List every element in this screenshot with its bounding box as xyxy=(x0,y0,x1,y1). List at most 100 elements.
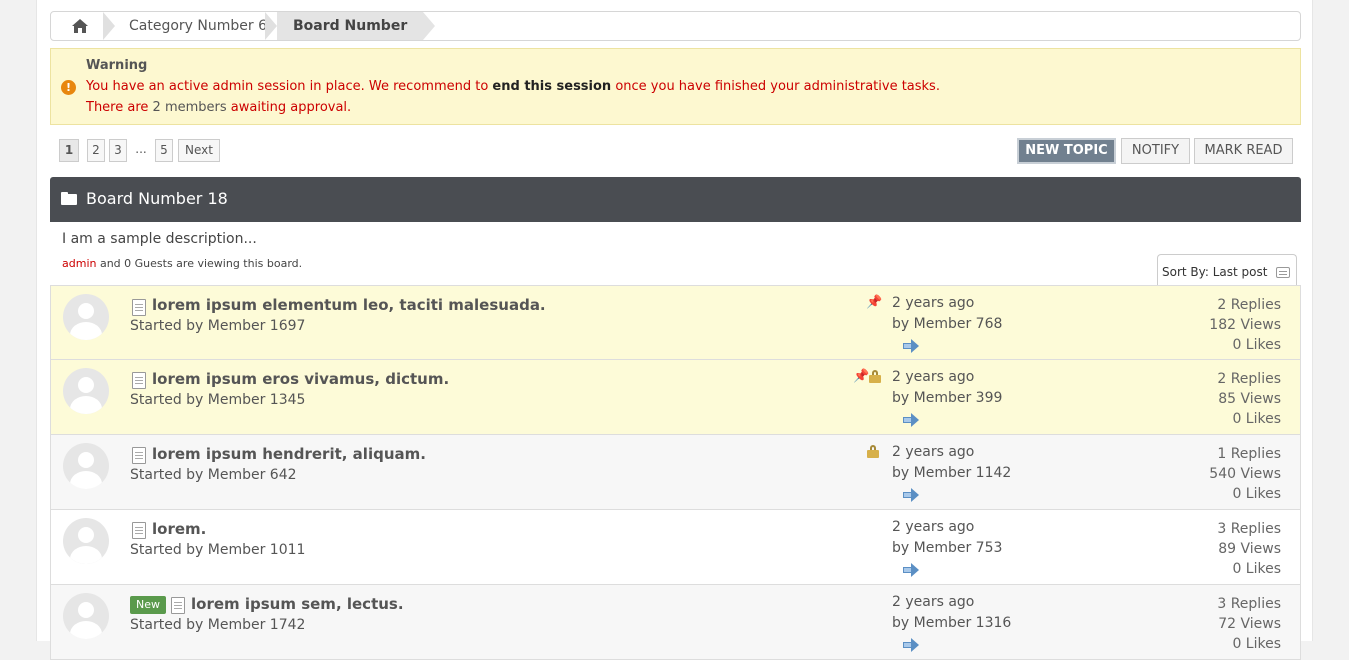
topic-row: lorem ipsum elementum leo, taciti malesu… xyxy=(50,285,1301,360)
topic-subject-link[interactable]: lorem ipsum sem, lectus. xyxy=(191,595,404,613)
breadcrumb-category[interactable]: Category Number 6 xyxy=(115,12,267,40)
topic-row: New lorem ipsum sem, lectus. Started by … xyxy=(50,585,1301,660)
likes-count: 0 Likes xyxy=(1232,486,1281,502)
go-to-last-post-icon[interactable] xyxy=(903,339,919,353)
replies-count: 2 Replies xyxy=(1217,297,1281,313)
topic-subject-link[interactable]: lorem ipsum eros vivamus, dictum. xyxy=(152,370,449,388)
topic-document-icon xyxy=(132,522,146,539)
next-page-link[interactable]: Next xyxy=(178,139,220,162)
warning-text: You have an active admin session in plac… xyxy=(86,79,493,94)
locked-icon xyxy=(867,445,879,458)
last-post-time: 2 years ago xyxy=(892,295,975,311)
last-post-time: 2 years ago xyxy=(892,444,975,460)
last-post-author[interactable]: by Member 1316 xyxy=(892,615,1011,631)
sort-dropdown[interactable]: Sort By: Last post xyxy=(1157,254,1297,286)
breadcrumb: Category Number 6 Board Number 18 xyxy=(50,11,1301,41)
go-to-last-post-icon[interactable] xyxy=(903,638,919,652)
pinned-icon: 📌 xyxy=(866,295,883,310)
go-to-last-post-icon[interactable] xyxy=(903,413,919,427)
new-topic-button[interactable]: NEW TOPIC xyxy=(1017,138,1116,164)
sort-label: Sort By: Last post xyxy=(1162,265,1268,279)
home-icon xyxy=(72,19,88,33)
topic-subject-link[interactable]: lorem ipsum elementum leo, taciti malesu… xyxy=(152,296,546,314)
replies-count: 1 Replies xyxy=(1217,446,1281,462)
views-count: 72 Views xyxy=(1218,616,1281,632)
last-post-author[interactable]: by Member 399 xyxy=(892,390,1002,406)
pinned-icon: 📌 xyxy=(853,369,870,384)
topic-stats: 3 Replies 72 Views 0 Likes xyxy=(1217,594,1281,654)
replies-count: 2 Replies xyxy=(1217,371,1281,387)
viewing-user-link[interactable]: admin xyxy=(62,257,96,270)
topic-started-by: Started by Member 1345 xyxy=(130,392,306,408)
warning-title: Warning xyxy=(86,58,148,73)
avatar[interactable] xyxy=(63,368,109,414)
breadcrumb-home[interactable] xyxy=(51,12,109,40)
page-link-2[interactable]: 2 xyxy=(87,139,105,162)
warning-text: There are xyxy=(86,100,153,115)
last-post-time: 2 years ago xyxy=(892,369,975,385)
topic-stats: 1 Replies 540 Views 0 Likes xyxy=(1209,444,1281,504)
topic-stats: 2 Replies 85 Views 0 Likes xyxy=(1217,369,1281,429)
warning-icon: ! xyxy=(61,80,76,95)
last-post-author[interactable]: by Member 768 xyxy=(892,316,1002,332)
board-title: Board Number 18 xyxy=(86,189,228,208)
topic-row: lorem. Started by Member 1011 2 years ag… xyxy=(50,510,1301,585)
views-count: 540 Views xyxy=(1209,466,1281,482)
views-count: 89 Views xyxy=(1218,541,1281,557)
new-badge[interactable]: New xyxy=(130,596,166,614)
warning-approval-line: There are 2 members awaiting approval. xyxy=(86,100,351,115)
page-link-3[interactable]: 3 xyxy=(109,139,127,162)
topic-started-by: Started by Member 1011 xyxy=(130,542,306,558)
breadcrumb-separator xyxy=(265,12,277,40)
page-ellipsis: ... xyxy=(135,142,147,156)
topic-row: lorem ipsum eros vivamus, dictum. Starte… xyxy=(50,360,1301,435)
viewing-text: and 0 Guests are viewing this board. xyxy=(96,257,303,270)
mark-read-button[interactable]: MARK READ xyxy=(1194,138,1293,164)
topic-subject-link[interactable]: lorem ipsum hendrerit, aliquam. xyxy=(152,445,426,463)
likes-count: 0 Likes xyxy=(1232,636,1281,652)
views-count: 85 Views xyxy=(1218,391,1281,407)
notify-button[interactable]: NOTIFY xyxy=(1121,138,1190,164)
avatar[interactable] xyxy=(63,443,109,489)
go-to-last-post-icon[interactable] xyxy=(903,563,919,577)
warning-session-line: You have an active admin session in plac… xyxy=(86,79,940,94)
breadcrumb-active-arrow xyxy=(423,12,435,40)
warning-text: once you have finished your administrati… xyxy=(611,79,940,94)
page-link-5[interactable]: 5 xyxy=(155,139,173,162)
topic-document-icon xyxy=(132,447,146,464)
topic-started-by: Started by Member 1697 xyxy=(130,318,306,334)
page-link-1[interactable]: 1 xyxy=(59,139,79,162)
replies-count: 3 Replies xyxy=(1217,596,1281,612)
end-session-link[interactable]: end this session xyxy=(492,79,611,94)
topic-stats: 3 Replies 89 Views 0 Likes xyxy=(1217,519,1281,579)
locked-icon xyxy=(869,370,881,383)
awaiting-approval-link[interactable]: awaiting approval xyxy=(231,100,347,115)
last-post-author[interactable]: by Member 1142 xyxy=(892,465,1011,481)
warning-text: members xyxy=(160,100,231,115)
warning-text: . xyxy=(347,100,352,115)
likes-count: 0 Likes xyxy=(1232,561,1281,577)
last-post-time: 2 years ago xyxy=(892,594,975,610)
topic-subject-link[interactable]: lorem. xyxy=(152,520,206,538)
topic-started-by: Started by Member 1742 xyxy=(130,617,306,633)
folder-icon xyxy=(61,192,77,205)
replies-count: 3 Replies xyxy=(1217,521,1281,537)
likes-count: 0 Likes xyxy=(1232,337,1281,353)
avatar[interactable] xyxy=(63,518,109,564)
topic-row: lorem ipsum hendrerit, aliquam. Started … xyxy=(50,435,1301,510)
avatar[interactable] xyxy=(63,593,109,639)
topic-document-icon xyxy=(132,372,146,389)
go-to-last-post-icon[interactable] xyxy=(903,488,919,502)
breadcrumb-separator xyxy=(103,12,115,40)
breadcrumb-board[interactable]: Board Number 18 xyxy=(277,12,423,40)
admin-warning: ! Warning You have an active admin sessi… xyxy=(50,48,1301,125)
topic-document-icon xyxy=(171,597,185,614)
last-post-time: 2 years ago xyxy=(892,519,975,535)
topic-started-by: Started by Member 642 xyxy=(130,467,297,483)
page: Category Number 6 Board Number 18 ! Warn… xyxy=(36,0,1313,660)
awaiting-count: 2 xyxy=(152,100,161,115)
views-count: 182 Views xyxy=(1209,317,1281,333)
last-post-author[interactable]: by Member 753 xyxy=(892,540,1002,556)
avatar[interactable] xyxy=(63,294,109,340)
board-header: Board Number 18 xyxy=(50,177,1301,222)
